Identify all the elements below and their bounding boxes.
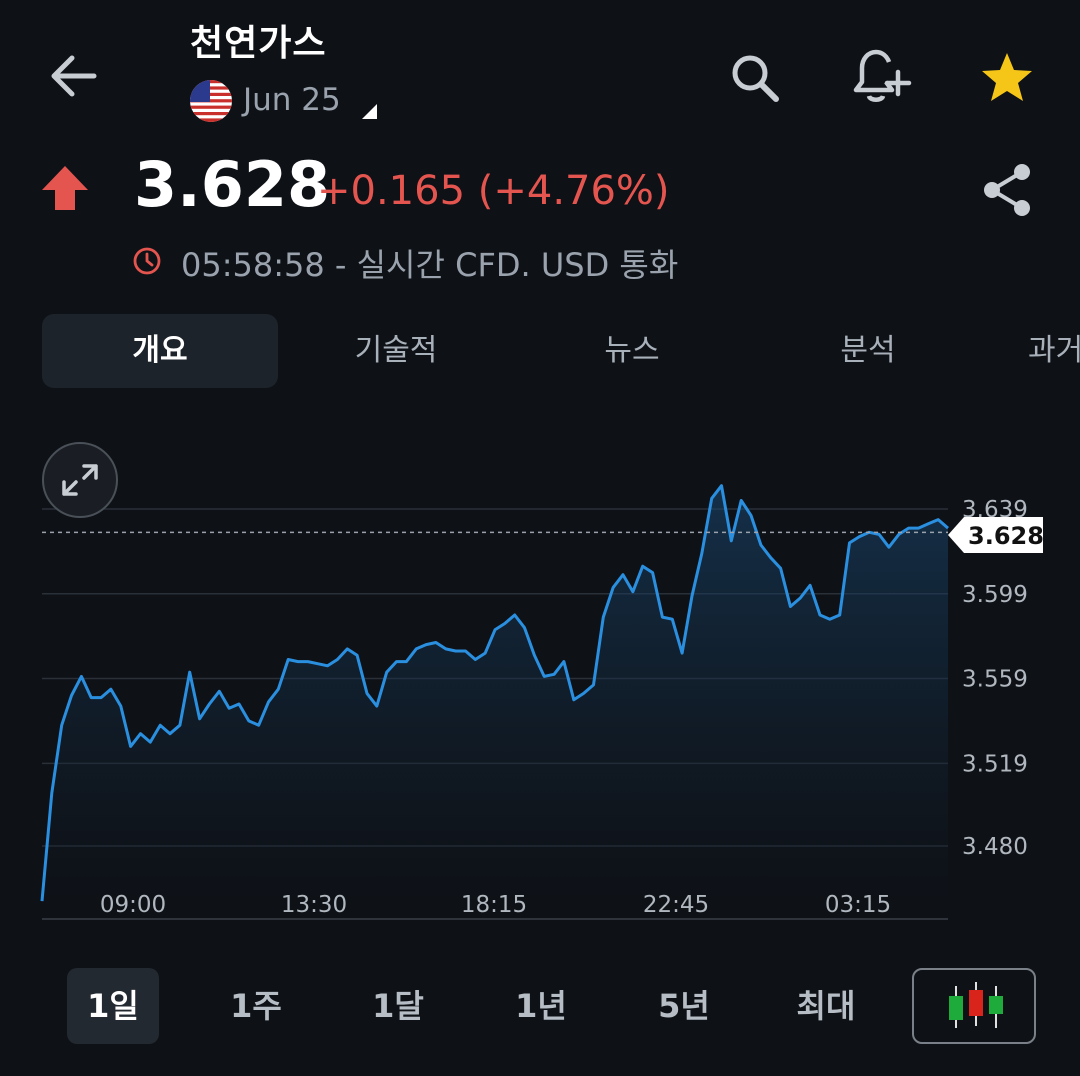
share-icon [984, 164, 1030, 216]
y-tick-label: 3.519 [962, 751, 1028, 777]
current-price-label: 3.628 [968, 522, 1044, 550]
tab-overview[interactable]: 개요 [42, 314, 278, 388]
tab-analysis[interactable]: 분석 [750, 314, 986, 388]
up-arrow-icon [40, 164, 90, 212]
range-1y[interactable]: 1년 [495, 968, 587, 1044]
range-1m[interactable]: 1달 [352, 968, 444, 1044]
price-change: +0.165 (+4.76%) [317, 168, 670, 214]
chart-type-button[interactable] [912, 968, 1036, 1044]
star-icon [982, 53, 1032, 101]
instrument-title: 천연가스 [190, 23, 327, 64]
back-button[interactable] [44, 48, 104, 104]
contract-selector[interactable]: Jun 25 [243, 82, 341, 118]
x-tick-label: 13:30 [281, 892, 347, 918]
quote-status: 05:58:58 - 실시간 CFD. USD 통화 [181, 246, 679, 284]
expand-icon [62, 464, 98, 496]
x-tick-label: 03:15 [825, 892, 891, 918]
search-button[interactable] [724, 48, 784, 108]
back-arrow-icon [51, 55, 97, 97]
dropdown-caret-icon[interactable] [362, 104, 377, 119]
tab-history[interactable]: 과거 [1028, 314, 1080, 388]
tab-technical[interactable]: 기술적 [278, 314, 514, 388]
range-1d[interactable]: 1일 [67, 968, 159, 1044]
add-alert-bell-icon [853, 49, 912, 102]
range-1w[interactable]: 1주 [210, 968, 302, 1044]
x-tick-label: 09:00 [100, 892, 166, 918]
y-tick-label: 3.559 [962, 667, 1028, 693]
x-tick-label: 18:15 [461, 892, 527, 918]
fullscreen-button[interactable] [42, 442, 118, 518]
current-price-badge: 3.628 [948, 517, 1044, 553]
add-alert-button[interactable] [848, 44, 914, 110]
range-max[interactable]: 최대 [780, 968, 872, 1044]
price-chart[interactable]: 3.6393.5993.5593.5193.480 09:00 13:30 18:1… [0, 480, 1080, 940]
y-tick-label: 3.599 [962, 582, 1028, 608]
range-5y[interactable]: 5년 [638, 968, 730, 1044]
y-tick-label: 3.480 [962, 834, 1028, 860]
share-button[interactable] [978, 160, 1038, 220]
search-icon [732, 55, 779, 102]
tab-news[interactable]: 뉴스 [514, 314, 750, 388]
section-tabs: 개요 기술적 뉴스 분석 과거 [0, 314, 1080, 390]
us-flag-icon [190, 80, 232, 122]
candlestick-icon [949, 982, 1003, 1028]
last-price: 3.628 [134, 148, 331, 221]
clock-icon [132, 246, 162, 276]
favorite-button[interactable] [978, 50, 1036, 106]
price-area [42, 485, 948, 919]
x-tick-label: 22:45 [643, 892, 709, 918]
